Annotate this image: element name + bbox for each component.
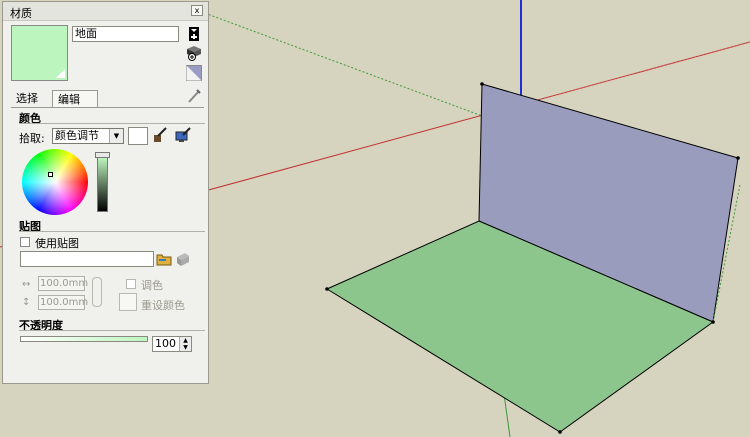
close-button[interactable]: x xyxy=(191,5,203,16)
texture-width-field[interactable]: 100.0mm xyxy=(38,276,88,291)
default-material-icon[interactable] xyxy=(186,65,202,81)
display-secondary-pane-icon[interactable] xyxy=(186,26,202,42)
vertex xyxy=(480,82,484,86)
colorize-label: 调色 xyxy=(141,279,163,292)
color-wheel[interactable] xyxy=(22,149,88,215)
height-arrow-icon: ↕ xyxy=(22,297,31,308)
match-color-on-screen-icon[interactable] xyxy=(175,127,191,143)
browse-folder-icon[interactable] xyxy=(156,251,172,267)
vertex xyxy=(736,156,740,160)
match-color-swatch[interactable] xyxy=(128,127,148,145)
tab-edit[interactable]: 编辑 xyxy=(52,90,98,108)
material-name-input[interactable]: 地面 xyxy=(72,26,179,42)
create-material-icon[interactable] xyxy=(186,45,202,61)
picker-select-value: 颜色调节 xyxy=(55,129,99,142)
reset-color-swatch[interactable] xyxy=(119,293,137,311)
tab-divider xyxy=(11,107,204,108)
reset-color-label: 重设颜色 xyxy=(141,299,185,312)
picker-select[interactable]: 颜色调节 ▼ xyxy=(52,128,124,144)
vertex xyxy=(558,430,562,434)
opacity-section-divider xyxy=(19,330,205,331)
picker-label: 拾取: xyxy=(19,132,45,145)
width-arrow-icon: ↔ xyxy=(22,279,31,290)
materials-panel: 材质 x 地面 选择 编辑 颜色 拾取: 颜色调节 ▼ 贴图 使用贴图 ↔ 10… xyxy=(2,1,209,384)
swatch-corner-icon xyxy=(56,69,65,78)
colorize-checkbox[interactable] xyxy=(126,279,136,289)
use-texture-label: 使用贴图 xyxy=(35,237,79,250)
opacity-value: 100 xyxy=(155,337,176,350)
sample-paint-icon[interactable] xyxy=(186,88,202,104)
vertex xyxy=(325,287,329,291)
spinner-arrows-icon[interactable]: ▲ ▼ xyxy=(179,337,191,351)
panel-titlebar[interactable]: 材质 x xyxy=(3,2,208,21)
brightness-slider[interactable] xyxy=(97,157,108,212)
use-texture-checkbox[interactable] xyxy=(20,237,30,247)
material-preview-swatch[interactable] xyxy=(11,25,68,81)
texture-height-field[interactable]: 100.0mm xyxy=(38,295,88,310)
panel-title: 材质 xyxy=(10,7,32,20)
chevron-down-icon[interactable]: ▼ xyxy=(109,129,123,143)
texture-section-divider xyxy=(19,231,205,232)
aspect-lock-icon[interactable] xyxy=(92,277,102,307)
tab-select[interactable]: 选择 xyxy=(11,90,51,108)
opacity-input[interactable]: 100 ▲ ▼ xyxy=(152,336,192,352)
texture-path-input[interactable] xyxy=(20,251,154,267)
match-color-in-model-icon[interactable] xyxy=(152,127,168,143)
edit-texture-icon[interactable] xyxy=(175,251,191,267)
color-wheel-marker[interactable] xyxy=(48,172,53,177)
color-section-divider xyxy=(19,123,205,124)
opacity-slider[interactable] xyxy=(20,336,148,342)
